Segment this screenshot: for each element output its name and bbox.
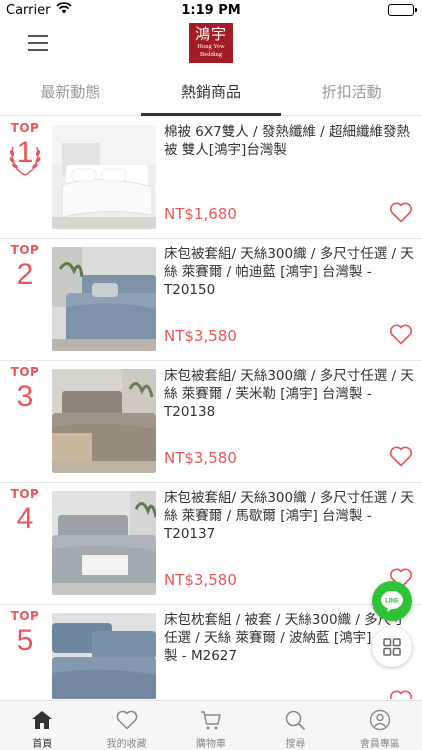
- nav-cart[interactable]: 購物車: [169, 701, 253, 750]
- product-price: NT$3,580: [164, 327, 237, 345]
- rank-number: 4: [16, 502, 34, 535]
- status-bar: Carrier 1:19 PM: [0, 0, 422, 22]
- heart-icon: [116, 710, 137, 730]
- nav-favorites[interactable]: 我的收藏: [84, 701, 168, 750]
- product-item[interactable]: TOP 5 床包枕套組 / 被套 / 天絲300織 / 多尺寸任選 / 天絲 萊…: [0, 605, 422, 699]
- battery-icon: [388, 4, 417, 16]
- product-title: 床包被套組/ 天絲300織 / 多尺寸任選 / 天絲 萊賽爾 / 馬歇爾 [鴻宇…: [164, 490, 414, 542]
- product-image[interactable]: [52, 247, 156, 351]
- nav-cart-label: 購物車: [196, 739, 227, 750]
- rank-badge: TOP 4: [0, 487, 50, 537]
- clock: 1:19 PM: [181, 3, 241, 18]
- rank-number: 2: [16, 258, 34, 291]
- rank-number: 3: [16, 380, 34, 413]
- product-item[interactable]: TOP 3 床包被套組/ 天絲300織 / 多尺寸任選 / 天絲 萊賽爾 / 芙…: [0, 361, 422, 483]
- rank-badge: TOP 1: [0, 121, 50, 176]
- rank-top-label: TOP: [10, 487, 40, 501]
- nav-favorites-label: 我的收藏: [106, 739, 147, 750]
- logo-en-2: Bedding: [199, 51, 223, 58]
- quick-menu-button[interactable]: [372, 627, 412, 667]
- line-icon-text: LINE: [385, 599, 399, 605]
- rank-top-label: TOP: [10, 365, 40, 379]
- favorite-heart-icon[interactable]: [389, 201, 413, 223]
- product-image[interactable]: [52, 491, 156, 595]
- rank-top-label: TOP: [10, 121, 40, 135]
- nav-member[interactable]: 會員專區: [338, 701, 422, 750]
- tab-discounts[interactable]: 折扣活動: [281, 72, 422, 115]
- tab-bar: 最新動態 熱銷商品 折扣活動: [0, 72, 422, 116]
- app-header: 鴻宇 Hong Yew Bedding: [0, 22, 422, 72]
- product-item[interactable]: TOP 2 床包被套組/ 天絲300織 / 多尺寸任選 / 天絲 萊賽爾 / 帕…: [0, 239, 422, 361]
- laurel-icon: [9, 146, 41, 176]
- logo-cjk: 鴻宇: [194, 25, 227, 43]
- rank-badge: TOP 5: [0, 609, 50, 659]
- nav-home[interactable]: 首頁: [0, 701, 84, 750]
- nav-search[interactable]: 搜尋: [253, 701, 337, 750]
- product-image[interactable]: [52, 369, 156, 473]
- rank-top-label: TOP: [10, 609, 40, 623]
- tab-latest-news[interactable]: 最新動態: [0, 72, 141, 115]
- rank-number: 5: [16, 624, 34, 657]
- product-price: NT$1,680: [164, 205, 237, 223]
- product-image[interactable]: [52, 613, 156, 699]
- grid-icon: [383, 638, 401, 656]
- product-title: 棉被 6X7雙人 / 發熱纖維 / 超細纖維發熱被 雙人[鴻宇]台灣製: [164, 124, 410, 158]
- product-title: 床包被套組/ 天絲300織 / 多尺寸任選 / 天絲 萊賽爾 / 帕迪藍 [鴻宇…: [164, 246, 414, 298]
- logo-en-1: Hong Yew: [197, 43, 225, 50]
- nav-member-label: 會員專區: [359, 739, 400, 750]
- nav-search-label: 搜尋: [285, 739, 306, 750]
- user-icon: [369, 709, 391, 731]
- nav-home-label: 首頁: [32, 739, 53, 750]
- favorite-heart-icon[interactable]: [389, 689, 413, 699]
- product-item[interactable]: TOP 1 棉被 6X7雙人 / 發熱纖維 / 超細纖維發熱被 雙人[鴻宇]台灣…: [0, 117, 422, 239]
- bottom-nav: 首頁 我的收藏 購物車 搜尋 會員專區: [0, 700, 422, 750]
- search-icon: [286, 710, 306, 730]
- product-list: TOP 1 棉被 6X7雙人 / 發熱纖維 / 超細纖維發熱被 雙人[鴻宇]台灣…: [0, 117, 422, 699]
- product-image[interactable]: [52, 125, 156, 229]
- line-chat-button[interactable]: LINE: [372, 581, 412, 621]
- cart-icon: [201, 711, 221, 730]
- product-title: 床包被套組/ 天絲300織 / 多尺寸任選 / 天絲 萊賽爾 / 芙米勒 [鴻宇…: [164, 368, 414, 420]
- product-price: NT$3,580: [164, 449, 237, 467]
- product-item[interactable]: TOP 4 床包被套組/ 天絲300織 / 多尺寸任選 / 天絲 萊賽爾 / 馬…: [0, 483, 422, 605]
- brand-logo: 鴻宇 Hong Yew Bedding: [189, 23, 233, 63]
- favorite-heart-icon[interactable]: [389, 445, 413, 467]
- rank-top-label: TOP: [10, 243, 40, 257]
- hamburger-menu-button[interactable]: [28, 35, 48, 53]
- home-icon: [32, 711, 53, 729]
- tab-best-sellers[interactable]: 熱銷商品: [140, 72, 282, 116]
- rank-badge: TOP 2: [0, 243, 50, 293]
- favorite-heart-icon[interactable]: [389, 323, 413, 345]
- rank-badge: TOP 3: [0, 365, 50, 415]
- line-icon: LINE: [381, 591, 403, 612]
- product-price: NT$3,580: [164, 571, 237, 589]
